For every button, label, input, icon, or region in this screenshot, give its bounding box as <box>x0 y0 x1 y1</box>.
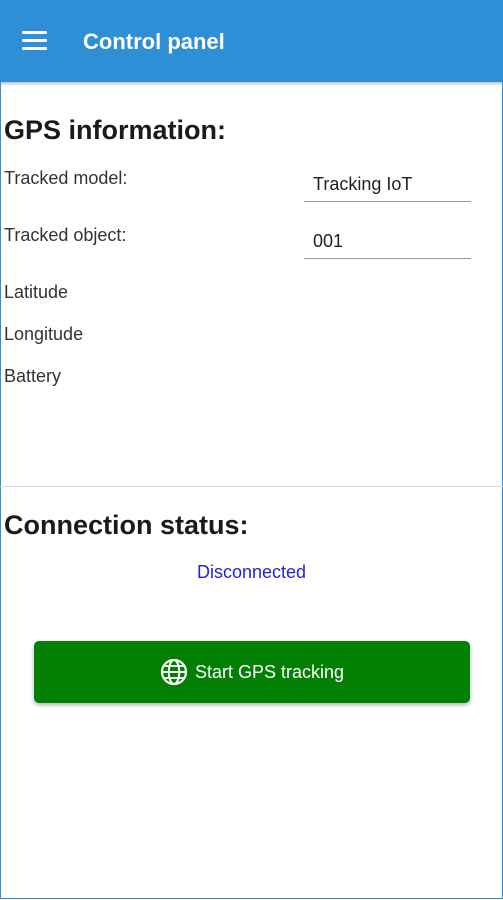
section-divider <box>0 486 503 487</box>
globe-icon <box>160 658 188 686</box>
tracked-model-label: Tracked model: <box>4 168 128 188</box>
gps-section-title: GPS information: <box>4 115 226 145</box>
tracked-object-label: Tracked object: <box>4 225 127 245</box>
connection-section-title: Connection status: <box>4 510 249 540</box>
battery-label: Battery <box>4 366 62 386</box>
hamburger-menu-icon[interactable] <box>22 31 47 51</box>
app-bar: Control panel <box>0 0 503 82</box>
latitude-label: Latitude <box>4 282 69 302</box>
content-frame <box>0 82 503 899</box>
start-gps-tracking-button[interactable]: Start GPS tracking <box>34 641 470 703</box>
start-gps-tracking-label: Start GPS tracking <box>194 662 345 682</box>
app-title: Control panel <box>83 29 225 54</box>
tracked-model-field[interactable] <box>304 168 471 202</box>
tracked-object-field[interactable] <box>304 225 471 259</box>
longitude-label: Longitude <box>4 324 84 344</box>
connection-status-text: Disconnected <box>196 562 307 582</box>
